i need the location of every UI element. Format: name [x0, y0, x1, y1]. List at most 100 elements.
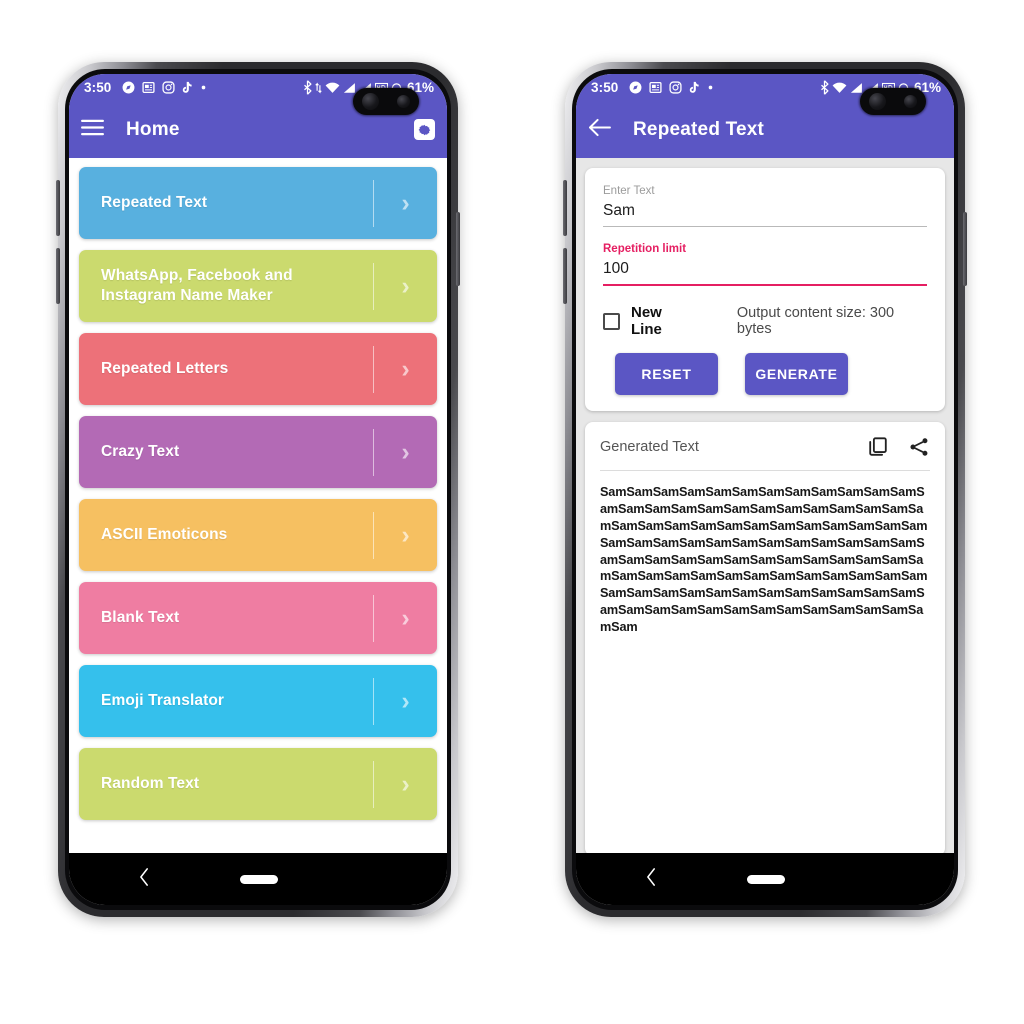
power-button[interactable]	[456, 212, 460, 286]
volume-down-button[interactable]	[56, 248, 60, 304]
camera-lens-secondary-icon	[904, 95, 917, 108]
generated-text-output[interactable]: SamSamSamSamSamSamSamSamSamSamSamSamSamS…	[600, 484, 930, 636]
volume-up-button[interactable]	[56, 180, 60, 236]
new-line-checkbox[interactable]	[603, 312, 620, 330]
tile-label: ASCII Emoticons	[101, 526, 228, 544]
home-tile-list: Repeated Text › WhatsApp, Facebook and I…	[69, 158, 447, 853]
tile-ascii-emoticons[interactable]: ASCII Emoticons ›	[79, 499, 437, 571]
page-title: Repeated Text	[633, 118, 765, 140]
tiktok-icon	[183, 81, 193, 93]
arrow-left-icon[interactable]	[588, 118, 611, 142]
gear-icon[interactable]	[414, 119, 435, 140]
home-pill-indicator[interactable]	[747, 874, 786, 884]
status-bar-time: 3:50	[591, 80, 619, 95]
detail-content: Enter Text Sam Repetition limit 100 New …	[576, 158, 954, 853]
news-icon	[142, 81, 155, 94]
output-size-text: Output content size: 300 bytes	[736, 305, 895, 337]
dot-icon	[202, 85, 206, 90]
tile-random-text[interactable]: Random Text ›	[79, 748, 437, 820]
tile-label: Emoji Translator	[101, 692, 225, 710]
chevron-right-icon: ›	[401, 686, 410, 715]
data-transfer-icon	[315, 81, 322, 94]
enter-text-underline	[603, 226, 927, 227]
camera-lens-secondary-icon	[397, 95, 410, 108]
generated-text-card: Generated Text SamSamSamSamSamSamSamSamS…	[585, 422, 945, 853]
generated-text-title: Generated Text	[600, 439, 699, 455]
system-navigation-bar	[576, 853, 954, 905]
generate-button[interactable]: GENERATE	[745, 353, 848, 395]
form-action-buttons: RESET GENERATE	[603, 353, 927, 395]
tiktok-icon	[690, 81, 700, 93]
power-button[interactable]	[963, 212, 967, 286]
status-bar-notification-icons	[122, 81, 207, 94]
enter-text-input[interactable]: Sam	[603, 202, 927, 226]
page-title: Home	[126, 118, 180, 140]
home-screen: 3:50 61% Home Repeated Text › WhatsApp, …	[69, 74, 447, 905]
phone-device-detail: 3:50 61% Repeated Text Enter Text Sam Re…	[563, 62, 967, 917]
tile-crazy-text[interactable]: Crazy Text ›	[79, 416, 437, 488]
chevron-right-icon: ›	[401, 354, 410, 383]
tile-repeated-text[interactable]: Repeated Text ›	[79, 167, 437, 239]
phone-bezel: 3:50 61% Repeated Text Enter Text Sam Re…	[572, 69, 958, 910]
generated-text-header: Generated Text	[600, 436, 930, 470]
instagram-icon	[162, 81, 175, 94]
chevron-left-icon[interactable]	[139, 867, 150, 891]
compass-icon	[629, 81, 642, 94]
front-camera-cutout	[353, 88, 419, 115]
tile-blank-text[interactable]: Blank Text ›	[79, 582, 437, 654]
front-camera-cutout	[860, 88, 926, 115]
chevron-right-icon: ›	[401, 437, 410, 466]
chevron-right-icon: ›	[401, 188, 410, 217]
hamburger-menu-icon[interactable]	[81, 119, 104, 141]
tile-name-maker[interactable]: WhatsApp, Facebook and Instagram Name Ma…	[79, 250, 437, 322]
tile-label: Random Text	[101, 775, 200, 793]
instagram-icon	[669, 81, 682, 94]
tile-label: WhatsApp, Facebook and Instagram Name Ma…	[101, 267, 293, 304]
camera-lens-icon	[362, 93, 379, 110]
home-pill-indicator[interactable]	[240, 874, 279, 884]
status-bar-notification-icons	[629, 81, 714, 94]
repetition-limit-underline	[603, 284, 927, 286]
news-icon	[649, 81, 662, 94]
signal-icon	[343, 82, 355, 93]
share-icon[interactable]	[908, 436, 930, 458]
bluetooth-icon	[304, 80, 312, 95]
volume-up-button[interactable]	[563, 180, 567, 236]
wifi-icon	[832, 82, 847, 93]
repetition-limit-input[interactable]: 100	[603, 260, 927, 284]
enter-text-field-group: Enter Text Sam	[603, 185, 927, 227]
bluetooth-icon	[821, 80, 829, 95]
system-navigation-bar	[69, 853, 447, 905]
phone-bezel: 3:50 61% Home Repeated Text › WhatsApp, …	[65, 69, 451, 910]
tile-emoji-translator[interactable]: Emoji Translator ›	[79, 665, 437, 737]
screenshot-stage: 3:50 61% Home Repeated Text › WhatsApp, …	[0, 0, 1024, 1024]
copy-icon[interactable]	[867, 436, 889, 458]
reset-button[interactable]: RESET	[615, 353, 718, 395]
compass-icon	[122, 81, 135, 94]
tile-label: Repeated Text	[101, 194, 208, 212]
enter-text-label: Enter Text	[603, 185, 655, 197]
camera-lens-icon	[869, 93, 886, 110]
new-line-label: New Line	[631, 304, 662, 338]
chevron-left-icon[interactable]	[646, 867, 657, 891]
repeated-text-screen: 3:50 61% Repeated Text Enter Text Sam Re…	[576, 74, 954, 905]
signal-icon	[850, 82, 862, 93]
chevron-right-icon: ›	[401, 271, 410, 300]
tile-label: Repeated Letters	[101, 360, 229, 378]
volume-down-button[interactable]	[563, 248, 567, 304]
status-bar-time: 3:50	[84, 80, 112, 95]
repeated-text-form-card: Enter Text Sam Repetition limit 100 New …	[585, 168, 945, 411]
chevron-right-icon: ›	[401, 520, 410, 549]
repetition-limit-field-group: Repetition limit 100	[603, 243, 927, 286]
options-row: New Line Output content size: 300 bytes	[603, 304, 927, 338]
tile-label: Blank Text	[101, 609, 180, 627]
tile-label: Crazy Text	[101, 443, 180, 461]
dot-icon	[709, 85, 713, 90]
generated-text-divider	[600, 470, 930, 471]
repetition-limit-label: Repetition limit	[603, 243, 687, 255]
chevron-right-icon: ›	[401, 603, 410, 632]
tile-repeated-letters[interactable]: Repeated Letters ›	[79, 333, 437, 405]
phone-device-home: 3:50 61% Home Repeated Text › WhatsApp, …	[56, 62, 460, 917]
chevron-right-icon: ›	[401, 769, 410, 798]
wifi-icon	[325, 82, 340, 93]
